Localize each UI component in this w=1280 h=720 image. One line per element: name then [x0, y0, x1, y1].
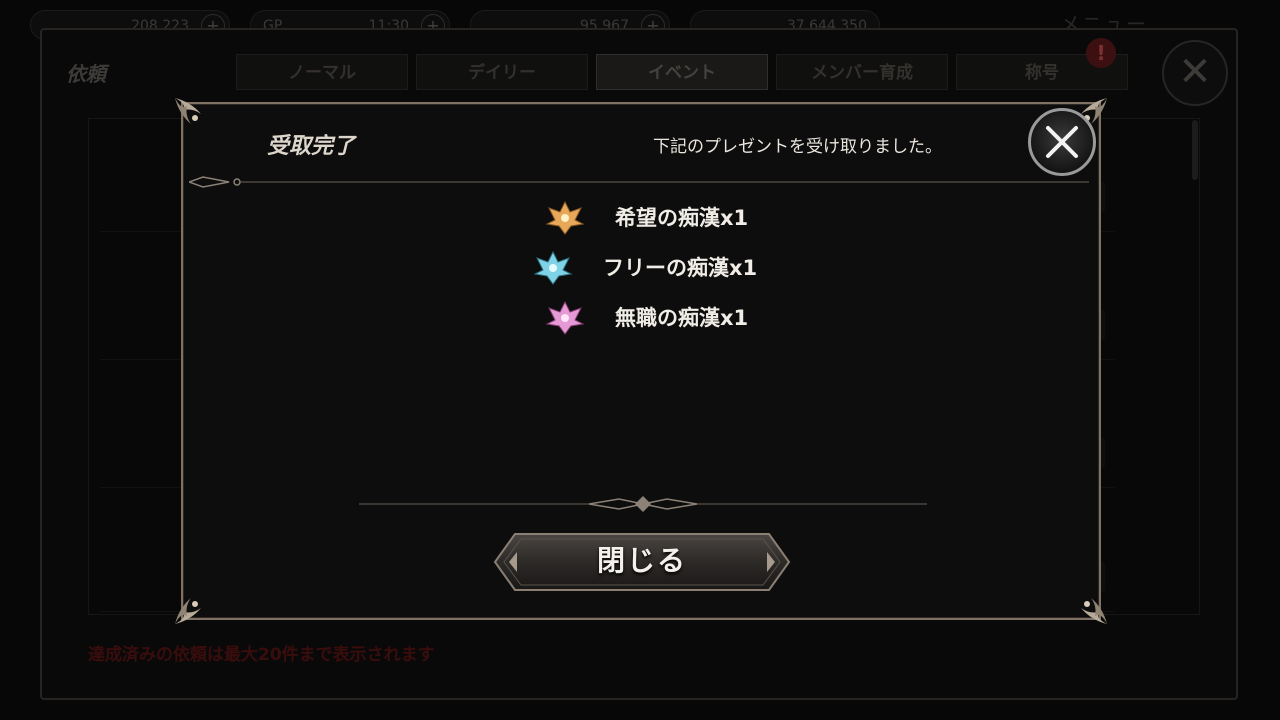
close-dialog-button[interactable]: 閉じる: [493, 532, 791, 592]
pink-crest-icon: [545, 300, 585, 335]
dialog-message: 下記のプレゼントを受け取りました。: [653, 137, 942, 157]
reward-label: 無職の痴漢x1: [615, 306, 749, 330]
cyan-crest-icon: [533, 250, 573, 285]
reward-label: フリーの痴漢x1: [603, 256, 758, 280]
reward-item: フリーの痴漢x1: [533, 248, 793, 288]
reward-item: 希望の痴漢x1: [545, 198, 785, 238]
footer-divider: [359, 496, 927, 512]
reward-label: 希望の痴漢x1: [615, 206, 749, 230]
corner-ornament-icon: [175, 598, 201, 624]
dialog-title: 受取完了: [267, 134, 356, 159]
header-divider: [189, 176, 1089, 188]
close-icon: [1046, 126, 1078, 158]
reward-dialog: 受取完了 下記のプレゼントを受け取りました。 希望の痴漢x1 フリーの痴漢x1 …: [175, 98, 1107, 624]
close-dialog-button-label: 閉じる: [596, 544, 687, 577]
gold-crest-icon: [545, 200, 585, 235]
corner-ornament-icon: [175, 98, 201, 124]
dialog-close-button[interactable]: [1028, 108, 1096, 176]
corner-ornament-icon: [1081, 598, 1107, 624]
reward-item: 無職の痴漢x1: [545, 298, 785, 338]
